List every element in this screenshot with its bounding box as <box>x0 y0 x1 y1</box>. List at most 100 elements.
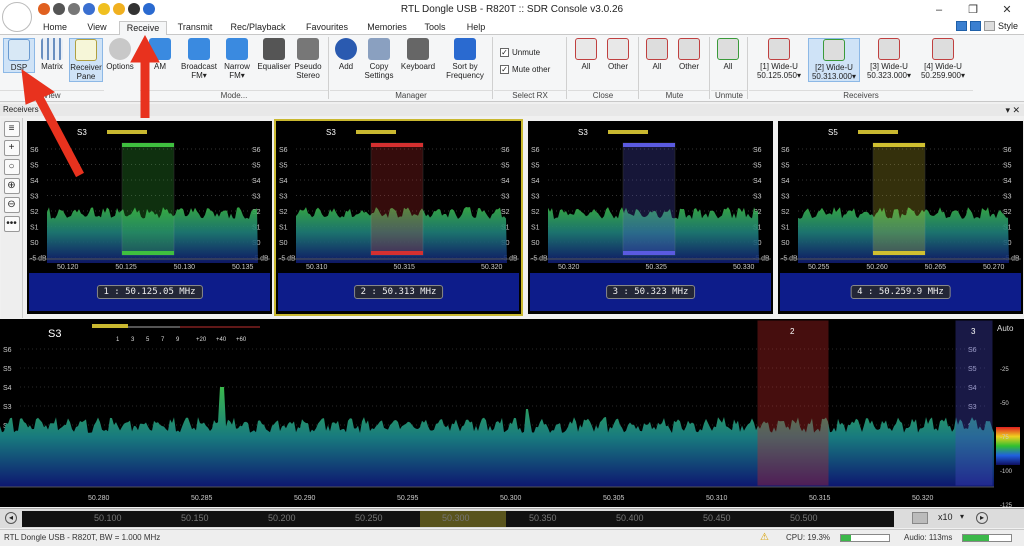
audio-status: Audio: 113ms <box>904 533 953 542</box>
tab-home[interactable]: Home <box>36 21 74 35</box>
keyboard-button[interactable]: Keyboard <box>398 38 438 71</box>
speaker-icon[interactable]: ○ <box>3 159 20 175</box>
zoom-in-icon[interactable]: ⊕ <box>3 178 20 194</box>
mute-other-button[interactable]: Other <box>674 38 704 71</box>
level-colorbar[interactable]: Auto -25 -50 -75 -100 -125 <box>994 319 1024 507</box>
tool-strip: ≡ + ○ ⊕ ⊖ ••• <box>1 118 23 318</box>
s-scale-label: S4 <box>252 178 261 185</box>
broadcast-fm-button[interactable]: Broadcast FM▾ <box>178 38 220 80</box>
s-scale-label: S3 <box>781 194 790 201</box>
frequency-tick-label: 50.125 <box>115 264 137 271</box>
scroll-right-icon[interactable]: ▸ <box>976 512 988 524</box>
frequency-tick-label: 50.295 <box>397 495 419 502</box>
close-other-button[interactable]: Other <box>603 38 633 71</box>
receiver-frequency[interactable]: 4 : 50.259.9 MHz <box>850 285 951 299</box>
chevron-down-icon[interactable]: ▾ <box>960 512 964 521</box>
tab-favourites[interactable]: Favourites <box>296 21 358 35</box>
layout-icon-2[interactable] <box>969 21 981 31</box>
group-unmute: Unmute <box>711 90 747 101</box>
scroll-left-icon[interactable]: ◂ <box>5 512 17 524</box>
frequency-scale[interactable]: 50.100 50.150 50.200 50.250 50.300 50.350 50.4… <box>22 511 894 527</box>
panel-close-icon[interactable]: ▾ ✕ <box>1005 104 1020 116</box>
speaker-muted-icon <box>768 38 790 60</box>
speaker-icon <box>823 39 845 61</box>
frequency-tick-label: 50.300 <box>500 495 522 502</box>
tab-transmit[interactable]: Transmit <box>169 21 221 35</box>
signal-strength-label: S3 <box>578 128 588 137</box>
window-controls: – ❐ ✕ <box>922 0 1024 20</box>
receiver-pane-button[interactable]: Receiver Pane <box>69 38 103 82</box>
zoom-out-icon[interactable]: ⊖ <box>3 197 20 213</box>
tab-memories[interactable]: Memories <box>362 21 412 35</box>
frequency-strip-tick: 50.400 <box>616 513 644 523</box>
minimize-button[interactable]: – <box>922 0 956 20</box>
receiver-frequency[interactable]: 3 : 50.323 MHz <box>605 285 696 299</box>
s-meter-mark: +40 <box>216 337 227 343</box>
plus-icon[interactable]: + <box>3 140 20 156</box>
menu-icon[interactable]: ≡ <box>3 121 20 137</box>
copy-settings-button[interactable]: Copy Settings <box>362 38 396 80</box>
close-all-button[interactable]: All <box>572 38 600 71</box>
main-spectrum[interactable]: S313579+20+40+60S6S6S5S5S4S4S3S3S2S2S1S1… <box>0 319 994 507</box>
app-logo-icon[interactable] <box>2 2 32 32</box>
options-button[interactable]: Options <box>105 38 135 71</box>
receiver-panel-4[interactable]: S6S6S5S5S4S4S3S3S2S2S1S1S0S0-5 dB-5 dBS5… <box>778 121 1023 314</box>
s-scale-label: S4 <box>501 178 510 185</box>
speaker-muted-icon <box>646 38 668 60</box>
zoom-level[interactable]: x10 <box>938 512 953 522</box>
frequency-strip[interactable]: ◂ 50.100 50.150 50.200 50.250 50.300 50.350 50… <box>0 508 1024 528</box>
filter-passband-bottom <box>623 251 675 255</box>
receiver-frequency[interactable]: 2 : 50.313 MHz <box>353 285 444 299</box>
receiver-2-button[interactable]: [2] Wide-U 50.313.000▾ <box>808 38 860 82</box>
more-icon[interactable]: ••• <box>3 216 20 232</box>
s-scale-label: S4 <box>531 178 540 185</box>
unmute-all-button[interactable]: All <box>714 38 742 71</box>
frequency-tick-label: 50.310 <box>306 264 328 271</box>
equaliser-button[interactable]: Equaliser <box>255 38 293 71</box>
maximize-button[interactable]: ❐ <box>956 0 990 20</box>
warning-icon[interactable]: ⚠ <box>760 530 769 546</box>
sort-by-frequency-button[interactable]: Sort by Frequency <box>442 38 488 80</box>
tab-rec-playback[interactable]: Rec/Playback <box>225 21 291 35</box>
tab-view[interactable]: View <box>76 21 118 35</box>
tab-receive[interactable]: Receive <box>119 21 167 35</box>
layout-icon-1[interactable] <box>955 21 967 31</box>
pseudo-stereo-button[interactable]: Pseudo Stereo <box>293 38 323 80</box>
group-select-rx: Select RX <box>494 90 566 101</box>
receiver-3-button[interactable]: [3] Wide-U 50.323.000▾ <box>864 38 914 80</box>
s-scale-label: S5 <box>753 163 762 170</box>
group-close: Close <box>568 90 638 101</box>
receiver-panel-2[interactable]: S6S6S5S5S4S4S3S3S2S2S1S1S0S0-5 dB-5 dBS3… <box>274 119 523 316</box>
title-bar: RTL Dongle USB - R820T :: SDR Console v3… <box>0 0 1024 20</box>
matrix-button[interactable]: Matrix <box>37 38 67 71</box>
close-button[interactable]: ✕ <box>990 0 1024 20</box>
receiver-panel-3[interactable]: S6S6S5S5S4S4S3S3S2S2S1S1S0S0-5 dB-5 dBS3… <box>528 121 773 314</box>
s-meter-mark: +20 <box>196 337 207 343</box>
copy-icon <box>368 38 390 60</box>
add-button[interactable]: Add <box>333 38 359 71</box>
spectrum-trace <box>0 387 994 487</box>
receiver-panel-1[interactable]: S6S6S5S5S4S4S3S3S2S2S1S1S0S0-5 dB-5 dBS3… <box>27 121 272 314</box>
s-scale-label: S5 <box>501 163 510 170</box>
s-scale-label: S0 <box>279 240 288 247</box>
am-button[interactable]: AM <box>148 38 172 71</box>
speaker-muted-icon <box>932 38 954 60</box>
tab-tools[interactable]: Tools <box>418 21 452 35</box>
main-spectrum-panel[interactable]: S313579+20+40+60S6S6S5S5S4S4S3S3S2S2S1S1… <box>0 319 1024 507</box>
tab-help[interactable]: Help <box>460 21 492 35</box>
receiver-frequency[interactable]: 1 : 50.125.05 MHz <box>96 285 203 299</box>
unmute-checkbox[interactable]: ✓ Unmute <box>500 48 540 57</box>
style-selector[interactable]: Style <box>955 21 1018 31</box>
dsp-button[interactable]: DSP <box>3 38 35 73</box>
audio-meter <box>962 534 1012 542</box>
s-scale-label: S6 <box>1003 147 1012 154</box>
narrow-fm-button[interactable]: Narrow FM▾ <box>220 38 254 80</box>
keyboard-icon[interactable] <box>912 512 928 524</box>
mute-other-checkbox[interactable]: ✓ Mute other <box>500 65 550 74</box>
mute-all-button[interactable]: All <box>643 38 671 71</box>
speaker-muted-icon <box>678 38 700 60</box>
receiver-1-button[interactable]: [1] Wide-U 50.125.050▾ <box>754 38 804 80</box>
receiver-4-button[interactable]: [4] Wide-U 50.259.900▾ <box>918 38 968 80</box>
s-scale-label: S0 <box>531 240 540 247</box>
layout-icon-3[interactable] <box>983 21 995 31</box>
